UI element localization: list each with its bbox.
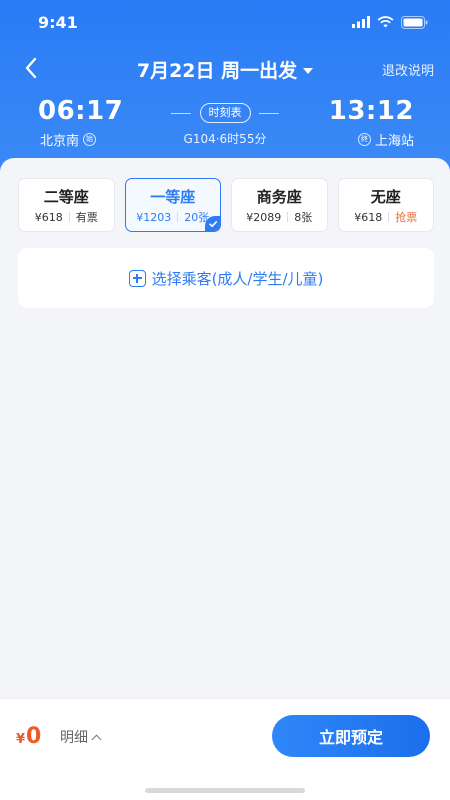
price-detail-toggle[interactable]: 明细 [60,727,102,747]
select-passenger-button[interactable]: 选择乘客(成人/学生/儿童) [18,248,434,308]
seat-availability: 8张 [294,211,313,224]
seat-name: 一等座 [150,188,196,206]
checkout-bar: ¥ 0 明细 立即预定 [0,698,450,800]
train-summary: 06:17 时刻表 13:12 北京南 始 G104·6时55分 终 上海站 [0,96,450,156]
price-value: 0 [26,724,42,749]
seat-info: ¥618 有票 [19,209,114,225]
wifi-icon [377,16,394,28]
divider [388,212,390,222]
date-selector[interactable]: 7月22日 周一出发 [136,56,314,83]
seat-price: ¥618 [34,210,63,224]
seat-price: ¥2089 [246,210,282,224]
divider [287,212,289,222]
status-bar: 9:41 [0,0,450,44]
main-content: 二等座 ¥618 有票 一等座 ¥1203 20张 商务座 ¥2089 8张 无… [0,158,450,698]
seat-card-second-class[interactable]: 二等座 ¥618 有票 [18,178,115,232]
arrival-time: 13:12 [328,96,414,126]
total-price: ¥ 0 [16,724,41,749]
departure-time: 06:17 [38,96,124,126]
seat-info: ¥2089 8张 [232,209,327,225]
seat-info: ¥618 抢票 [339,209,434,225]
divider [177,212,179,222]
seat-availability: 有票 [75,211,98,224]
seat-card-first-class[interactable]: 一等座 ¥1203 20张 [124,178,221,232]
select-passenger-label: 选择乘客(成人/学生/儿童) [151,269,324,288]
refund-policy-link[interactable]: 退改说明 [382,60,434,79]
seat-name: 二等座 [43,188,89,206]
status-time: 9:41 [38,12,78,32]
arrival-station-name: 上海站 [374,134,414,149]
grab-ticket-label: 抢票 [395,211,418,224]
timetable-button[interactable]: 时刻表 [171,102,279,124]
seat-card-no-seat[interactable]: 无座 ¥618 抢票 [337,178,434,232]
seat-type-selector: 二等座 ¥618 有票 一等座 ¥1203 20张 商务座 ¥2089 8张 无… [18,178,434,232]
add-icon [128,269,146,287]
date-title: 7月22日 周一出发 [136,60,298,82]
back-button[interactable] [18,54,46,82]
signal-icon [352,16,370,28]
checkmark-icon [209,221,218,228]
home-indicator [145,788,305,793]
seat-name: 商务座 [256,188,302,206]
caret-down-icon [303,68,314,74]
status-icons [352,15,428,29]
divider [68,212,70,222]
nav-bar: 7月22日 周一出发 退改说明 [0,50,450,86]
chevron-up-icon [91,734,102,744]
timetable-label: 时刻表 [199,103,251,123]
book-now-button[interactable]: 立即预定 [272,715,430,757]
battery-icon [401,15,428,29]
currency-symbol: ¥ [16,732,26,747]
seat-price: ¥618 [354,210,383,224]
seat-card-business-class[interactable]: 商务座 ¥2089 8张 [231,178,328,232]
seat-price: ¥1203 [136,210,172,224]
seat-name: 无座 [370,188,401,206]
chevron-left-icon [25,57,37,79]
arrival-station: 终 上海站 [357,130,414,149]
selected-check-badge [205,216,221,231]
detail-label: 明细 [60,730,88,746]
terminal-badge: 终 [357,133,371,146]
